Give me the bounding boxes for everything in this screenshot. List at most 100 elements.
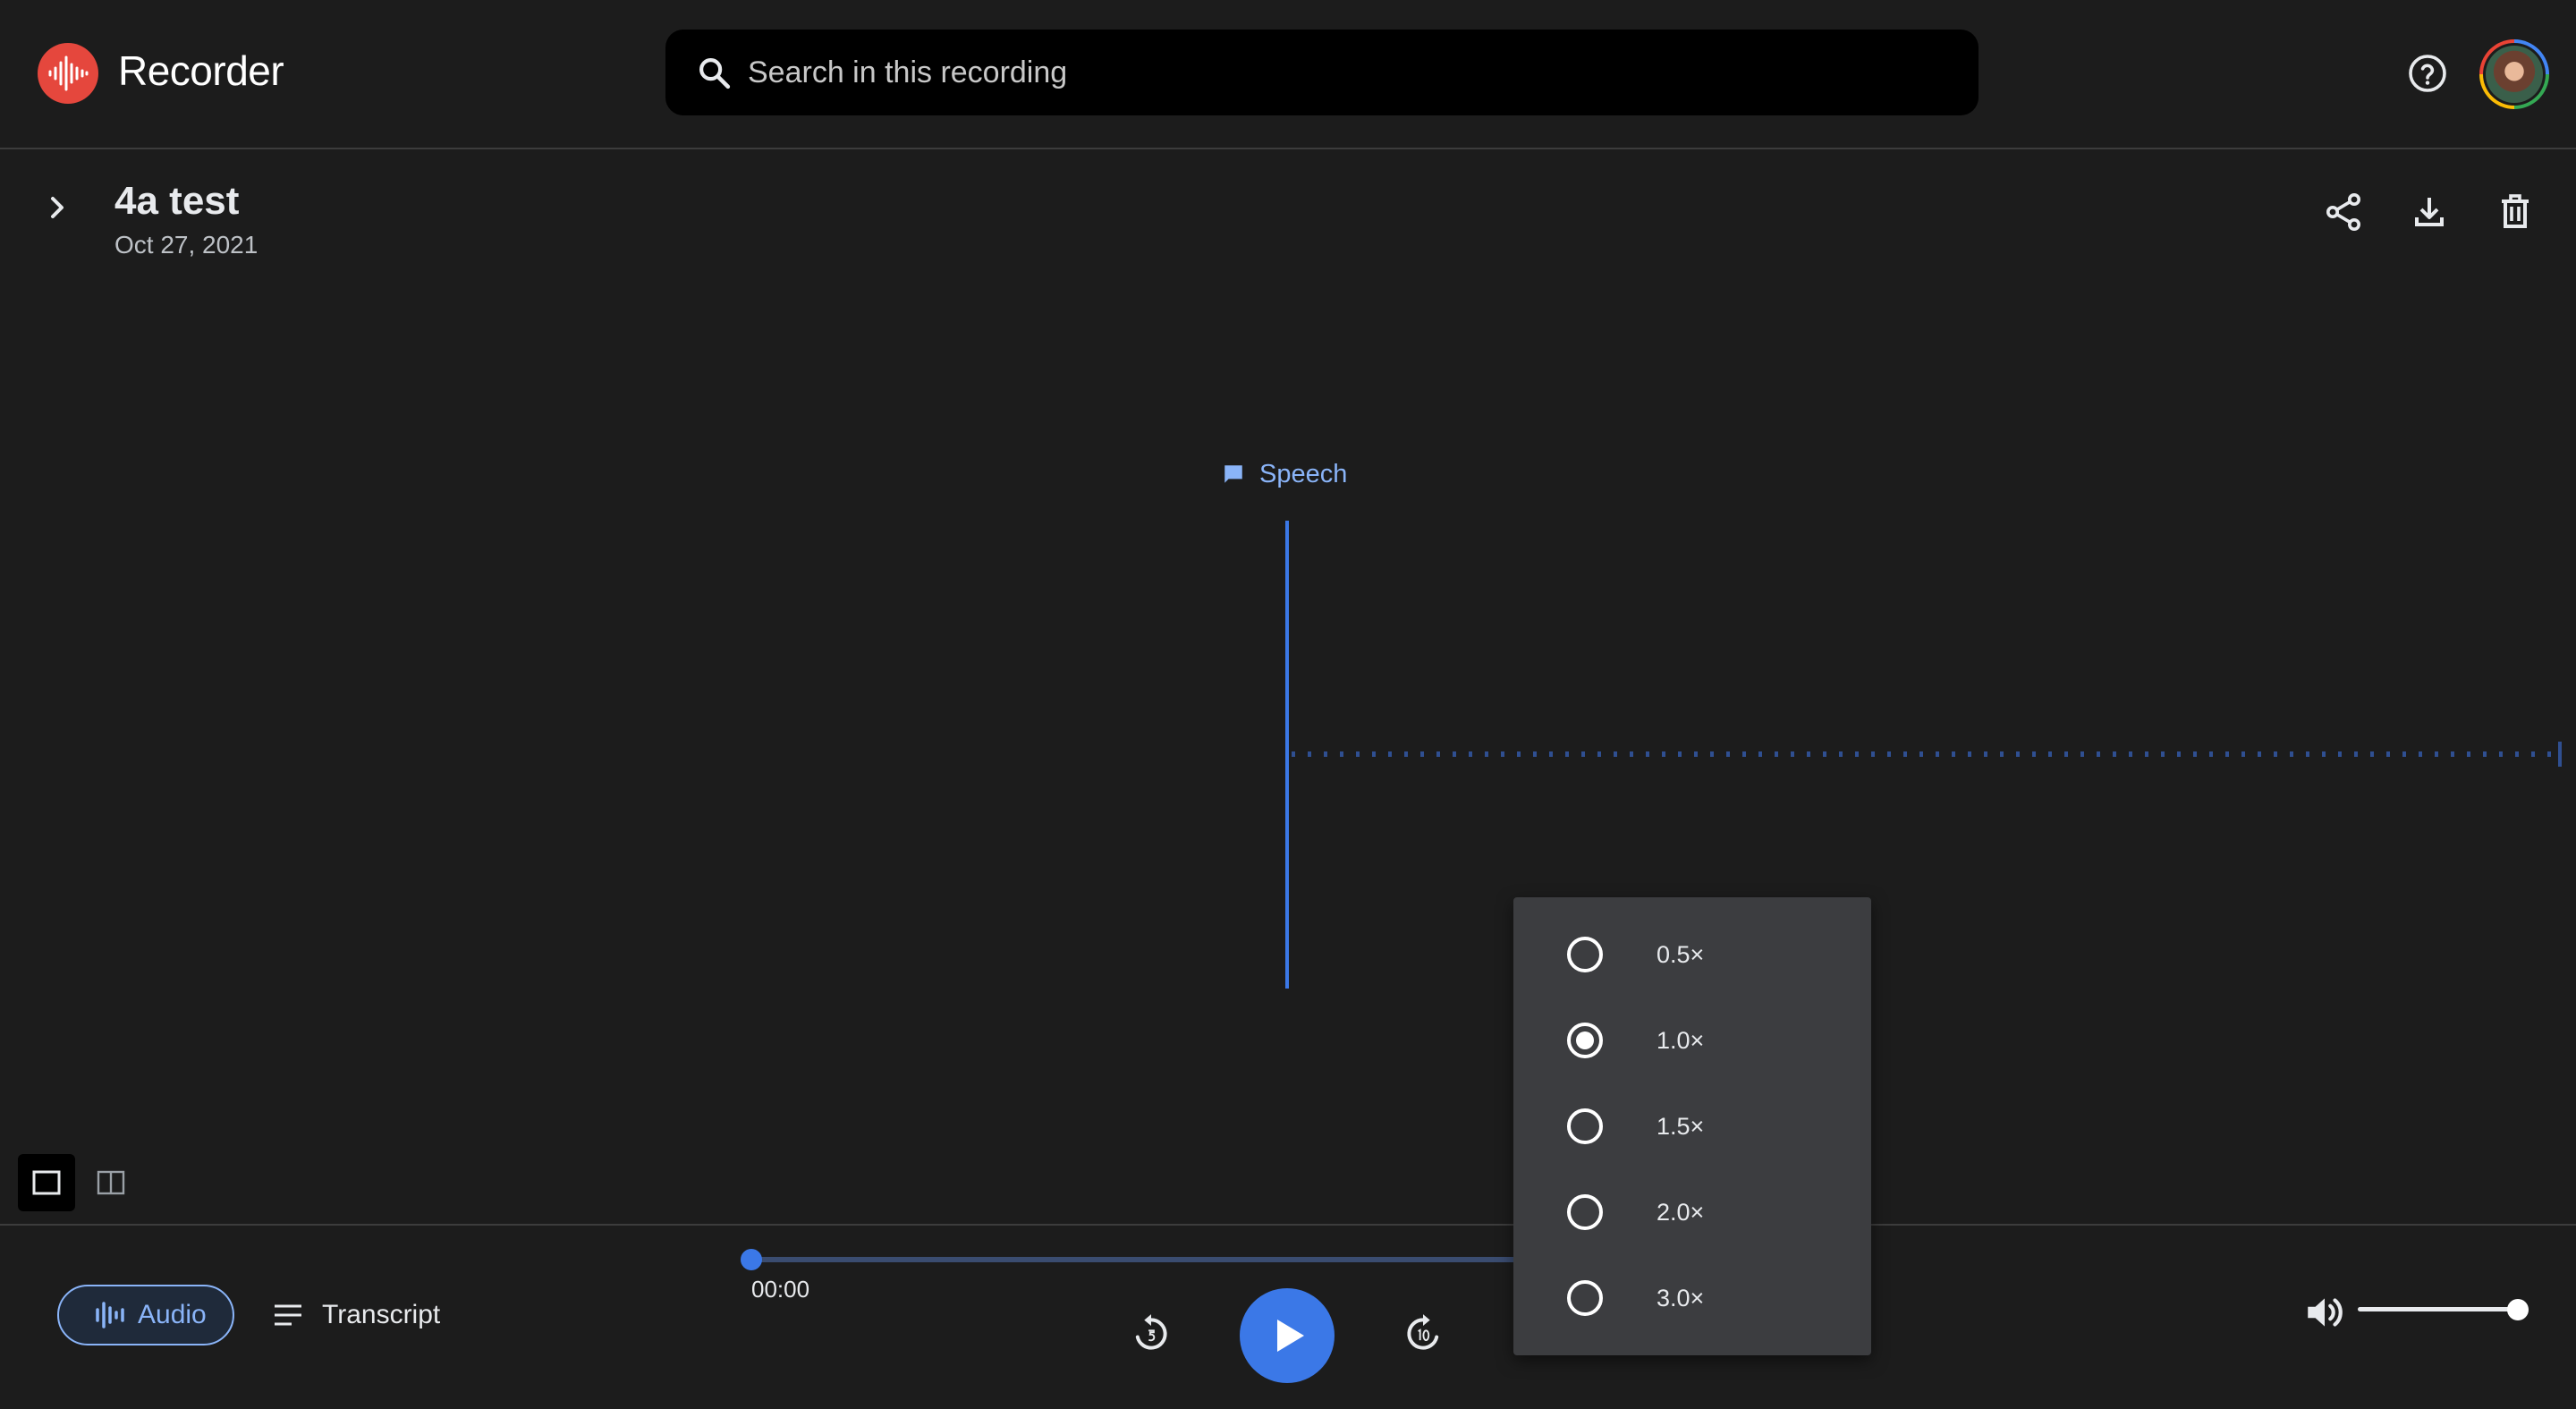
tab-transcript[interactable]: Transcript bbox=[274, 1285, 440, 1345]
waveform-bar bbox=[1775, 751, 1778, 757]
waveform-bar bbox=[1968, 751, 1971, 757]
waveform-bar bbox=[1292, 751, 1295, 757]
waveform-bar bbox=[1404, 751, 1408, 757]
waveform-bar bbox=[2048, 751, 2052, 757]
waveform-bar bbox=[1726, 751, 1730, 757]
waveform-bar bbox=[1984, 751, 1987, 757]
help-button[interactable] bbox=[2406, 52, 2449, 95]
single-view-icon bbox=[32, 1170, 61, 1195]
share-icon bbox=[2326, 193, 2360, 231]
waveform-bar bbox=[1823, 751, 1826, 757]
share-button[interactable] bbox=[2322, 191, 2365, 233]
account-avatar[interactable] bbox=[2479, 39, 2549, 109]
waveform-bar bbox=[2097, 751, 2100, 757]
radio-button[interactable] bbox=[1567, 1280, 1603, 1316]
waveform-bar bbox=[1581, 751, 1585, 757]
waveform-bar bbox=[2241, 751, 2245, 757]
waveform-bar bbox=[2193, 751, 2197, 757]
search-icon bbox=[699, 58, 731, 89]
tab-transcript-label: Transcript bbox=[322, 1300, 441, 1329]
radio-button[interactable] bbox=[1567, 1023, 1603, 1058]
progress-thumb[interactable] bbox=[741, 1249, 762, 1270]
chevron-right-icon bbox=[51, 197, 64, 218]
single-view-button[interactable] bbox=[18, 1154, 75, 1211]
delete-button[interactable] bbox=[2494, 191, 2537, 233]
speed-option[interactable]: 2.0× bbox=[1513, 1169, 1871, 1255]
waveform-bar bbox=[1517, 751, 1521, 757]
volume-button[interactable] bbox=[2302, 1290, 2347, 1335]
volume-icon bbox=[2308, 1298, 2343, 1327]
speed-option-label: 0.5× bbox=[1657, 940, 1705, 968]
volume-thumb[interactable] bbox=[2507, 1299, 2529, 1320]
waveform-bar bbox=[1501, 751, 1504, 757]
radio-button[interactable] bbox=[1567, 937, 1603, 972]
download-icon bbox=[2415, 198, 2444, 226]
waveform-bar bbox=[1646, 751, 1649, 757]
waveform-bar bbox=[2435, 751, 2438, 757]
speed-option-label: 2.0× bbox=[1657, 1198, 1705, 1226]
expand-recordings-button[interactable] bbox=[39, 190, 75, 225]
waveform-bar bbox=[1807, 751, 1810, 757]
waveform-bar bbox=[2225, 751, 2229, 757]
waveform-bar bbox=[1742, 751, 1746, 757]
waveform-bar bbox=[1436, 751, 1440, 757]
waveform-bar bbox=[1453, 751, 1456, 757]
transcript-icon bbox=[275, 1304, 301, 1326]
waveform-bar bbox=[1469, 751, 1472, 757]
delete-icon bbox=[2502, 194, 2529, 228]
waveform-bar bbox=[2386, 751, 2390, 757]
speed-option[interactable]: 3.0× bbox=[1513, 1255, 1871, 1341]
waveform-bar bbox=[2000, 751, 2004, 757]
waveform-bar bbox=[1871, 751, 1875, 757]
radio-button[interactable] bbox=[1567, 1108, 1603, 1144]
speed-option[interactable]: 0.5× bbox=[1513, 912, 1871, 997]
waveform-bar bbox=[2547, 751, 2551, 757]
speech-label-text: Speech bbox=[1259, 459, 1348, 488]
download-button[interactable] bbox=[2408, 191, 2451, 233]
waveform-bar bbox=[2515, 751, 2519, 757]
waveform-bar bbox=[2113, 751, 2116, 757]
waveform-bar bbox=[2016, 751, 2020, 757]
search-input[interactable] bbox=[748, 30, 1946, 115]
volume-slider[interactable] bbox=[2358, 1307, 2519, 1311]
waveform-bar bbox=[2483, 751, 2487, 757]
waveform-bar bbox=[2531, 751, 2535, 757]
waveform-bar bbox=[2145, 751, 2148, 757]
search-bar[interactable] bbox=[665, 30, 1979, 115]
recording-title: 4a test bbox=[114, 179, 240, 223]
waveform-bar bbox=[1694, 751, 1698, 757]
forward-button[interactable] bbox=[1401, 1311, 1445, 1356]
waveform-bar bbox=[2080, 751, 2084, 757]
waveform-bar bbox=[2209, 751, 2213, 757]
waveform-bar bbox=[1903, 751, 1907, 757]
speed-option[interactable]: 1.0× bbox=[1513, 997, 1871, 1083]
waveform-bar bbox=[2467, 751, 2470, 757]
recording-date: Oct 27, 2021 bbox=[114, 231, 258, 259]
play-button[interactable] bbox=[1240, 1288, 1335, 1383]
split-view-button[interactable] bbox=[82, 1154, 140, 1211]
waveform-bar bbox=[2306, 751, 2309, 757]
audio-waveform[interactable] bbox=[0, 510, 2576, 993]
speed-option-label: 1.5× bbox=[1657, 1112, 1705, 1140]
waveform-bar bbox=[1565, 751, 1569, 757]
playback-speed-menu: 0.5× 1.0× 1.5× 2.0× 3.0× bbox=[1513, 897, 1871, 1355]
current-time: 00:00 bbox=[751, 1276, 810, 1303]
waveform-bars bbox=[1292, 742, 2562, 767]
radio-button[interactable] bbox=[1567, 1194, 1603, 1230]
waveform-bar bbox=[1308, 751, 1311, 757]
waveform-bar bbox=[1791, 751, 1794, 757]
tab-audio[interactable]: Audio bbox=[57, 1285, 234, 1345]
speed-option[interactable]: 1.5× bbox=[1513, 1083, 1871, 1169]
tab-audio-label: Audio bbox=[138, 1300, 207, 1329]
rewind-icon bbox=[1135, 1314, 1167, 1350]
speed-option-label: 1.0× bbox=[1657, 1026, 1705, 1054]
rewind-button[interactable] bbox=[1129, 1311, 1174, 1356]
play-icon bbox=[1277, 1320, 1304, 1352]
waveform-bar bbox=[1855, 751, 1859, 757]
waveform-bar bbox=[1420, 751, 1424, 757]
waveform-bar bbox=[2274, 751, 2277, 757]
waveform-bar bbox=[1758, 751, 1762, 757]
help-icon bbox=[2409, 55, 2446, 92]
waveform-bar bbox=[1485, 751, 1488, 757]
waveform-bar bbox=[1662, 751, 1665, 757]
